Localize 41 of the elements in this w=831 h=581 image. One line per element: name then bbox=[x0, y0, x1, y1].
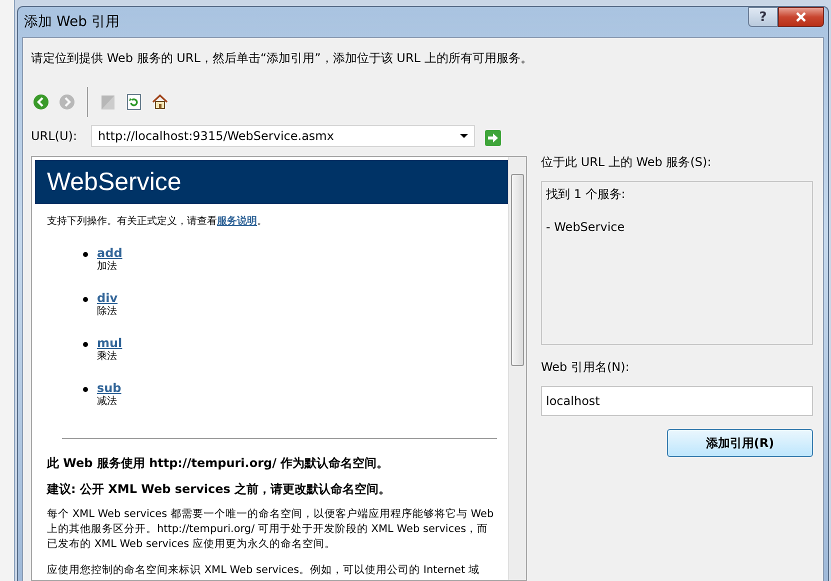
url-label: URL(U): bbox=[31, 129, 78, 143]
vertical-scrollbar[interactable] bbox=[508, 157, 526, 580]
stop-icon bbox=[101, 94, 115, 110]
page-heading: WebService bbox=[47, 168, 182, 196]
url-combo-box[interactable]: http://localhost:9315/WebService.asmx bbox=[91, 125, 475, 147]
reference-name-label: Web 引用名(N): bbox=[541, 359, 630, 376]
window-title: 添加 Web 引用 bbox=[23, 13, 120, 31]
service-description-link[interactable]: 服务说明 bbox=[217, 216, 257, 227]
bullet-icon bbox=[83, 387, 88, 392]
services-text-line: 找到 1 个服务: bbox=[546, 186, 626, 203]
close-icon bbox=[795, 12, 807, 22]
bullet-icon bbox=[83, 252, 88, 257]
services-text-line: - WebService bbox=[546, 220, 626, 234]
operation-description: 加法 bbox=[97, 260, 117, 273]
home-icon bbox=[152, 94, 168, 110]
close-button[interactable] bbox=[778, 7, 824, 27]
add-reference-button[interactable]: 添加引用(R) bbox=[667, 429, 813, 457]
operation-description: 乘法 bbox=[97, 350, 117, 363]
help-button[interactable]: ? bbox=[748, 7, 778, 27]
operation-link[interactable]: sub bbox=[97, 382, 122, 395]
operation-link[interactable]: div bbox=[97, 292, 118, 305]
reference-name-field[interactable]: localhost bbox=[541, 386, 813, 416]
namespace-heading: 此 Web 服务使用 http://tempuri.org/ 作为默认命名空间。 bbox=[47, 455, 390, 472]
operation-link[interactable]: add bbox=[97, 247, 122, 260]
back-button[interactable] bbox=[31, 92, 51, 112]
refresh-button[interactable] bbox=[124, 92, 144, 112]
home-button[interactable] bbox=[150, 92, 170, 112]
instruction-text: 请定位到提供 Web 服务的 URL，然后单击“添加引用”，添加位于该 URL 上的所有可用服务。 bbox=[31, 50, 534, 67]
bullet-icon bbox=[83, 297, 88, 302]
services-label: 位于此 URL 上的 Web 服务(S): bbox=[541, 154, 712, 171]
paragraph: 每个 XML Web services 都需要一个唯一的命名空间，以便客户端应用程序能够将它与 Web 上的其他服务区分开。http://tempuri.org/ 可用于处于开发阶段的 XML Web services，而已发布的 XML Web services 应使用更为永久的命名空间。 bbox=[47, 507, 495, 552]
dropdown-arrow-icon bbox=[460, 134, 468, 138]
paragraph: 应使用您控制的命名空间来标识 XML Web services。例如，可以使用公司的 Internet 域 bbox=[47, 563, 480, 578]
bullet-icon bbox=[83, 342, 88, 347]
intro-text: 支持下列操作。有关正式定义，请查看服务说明。 bbox=[47, 214, 268, 228]
operation-description: 除法 bbox=[97, 305, 117, 318]
refresh-page-icon bbox=[127, 94, 141, 110]
go-button[interactable] bbox=[485, 130, 501, 146]
operation-link[interactable]: mul bbox=[97, 337, 122, 350]
operation-description: 减法 bbox=[97, 395, 117, 408]
recommendation-heading: 建议: 公开 XML Web services 之前，请更改默认命名空间。 bbox=[47, 481, 392, 498]
